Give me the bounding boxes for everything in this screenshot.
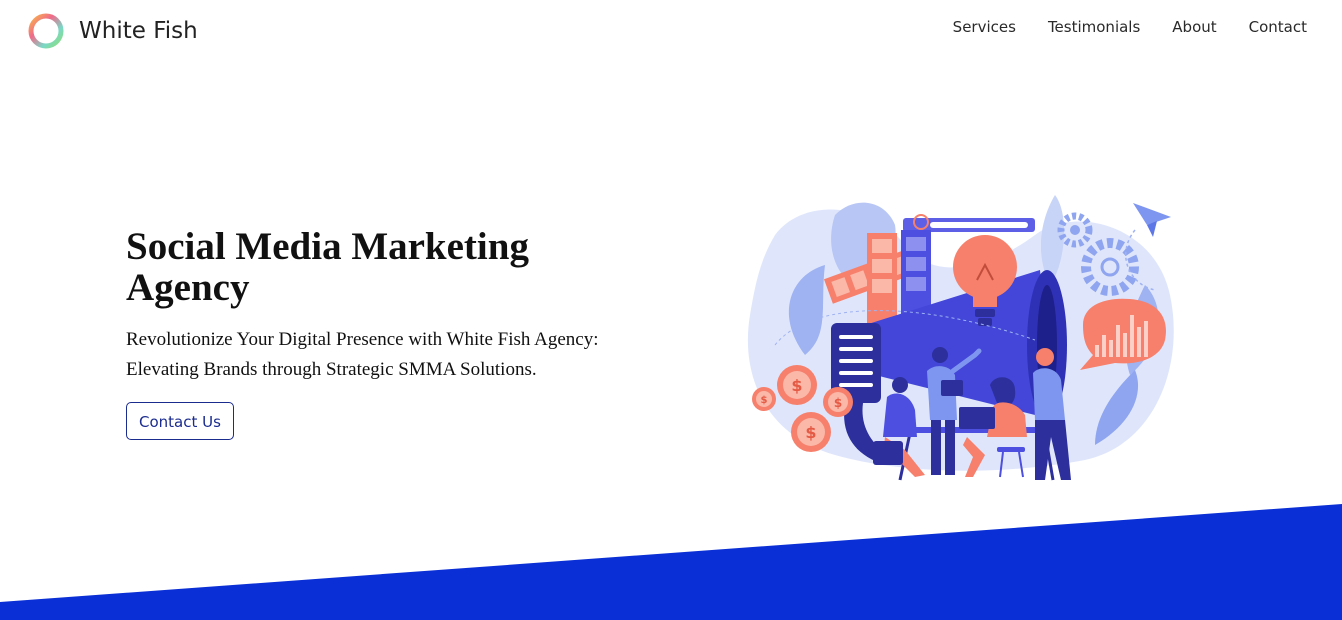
gradient-ring-icon [28,13,64,49]
hero-title: Social Media Marketing Agency [126,225,529,309]
svg-text:$: $ [805,423,816,442]
hero-subtitle: Revolutionize Your Digital Presence with… [126,329,599,380]
svg-text:$: $ [791,376,802,395]
svg-text:$: $ [761,395,768,406]
brand-link[interactable]: White Fish [27,12,198,50]
nav-link-services[interactable]: Services [953,17,1016,37]
marketing-team-megaphone-illustration: $ $ $ $ [747,195,1174,481]
hero-section: Social Media Marketing Agency Revolution… [126,226,646,440]
navbar: White Fish Services Testimonials About C… [0,0,1342,64]
nav-link-about[interactable]: About [1172,17,1216,37]
brand-name: White Fish [79,18,198,44]
footer-wave-shape [0,504,1342,620]
nav-link-testimonials[interactable]: Testimonials [1048,17,1140,37]
contact-us-button[interactable]: Contact Us [126,402,234,440]
nav-link-contact[interactable]: Contact [1249,17,1307,37]
svg-text:$: $ [834,396,842,410]
main-nav: Services Testimonials About Contact [953,17,1307,37]
